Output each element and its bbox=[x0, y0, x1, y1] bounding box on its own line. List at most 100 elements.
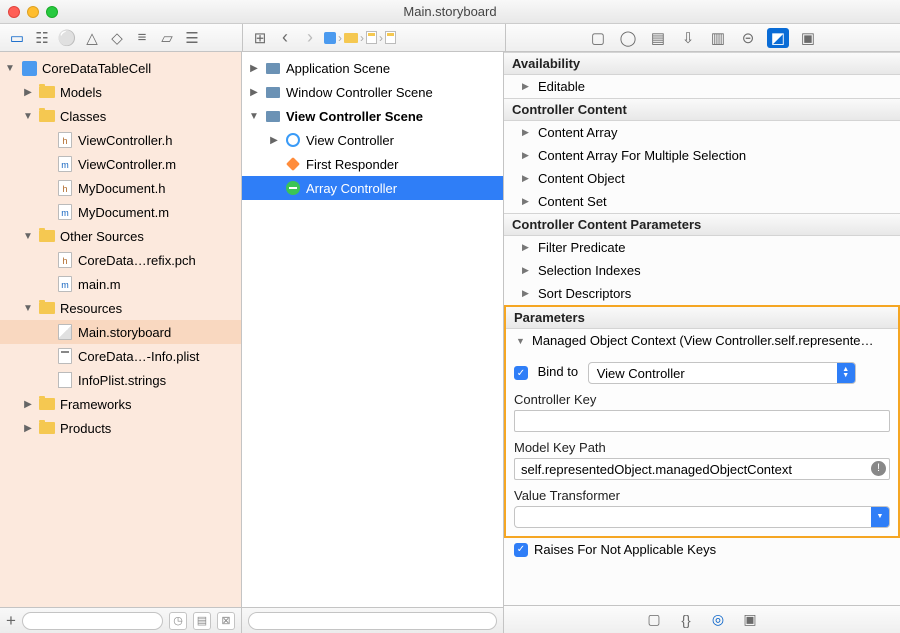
project-tree: CoreDataTableCell Models ClasseshViewCont… bbox=[0, 52, 241, 607]
inspector-item-row[interactable]: Content Object bbox=[504, 167, 900, 190]
inspector-item-row[interactable]: Content Array For Multiple Selection bbox=[504, 144, 900, 167]
media-library-icon[interactable]: ▣ bbox=[739, 610, 761, 630]
project-navigator-icon[interactable]: ▭ bbox=[6, 28, 28, 48]
file-row[interactable]: CoreData…-Info.plist bbox=[0, 344, 241, 368]
code-snippet-library-icon[interactable]: {} bbox=[675, 610, 697, 630]
file-row[interactable]: mMyDocument.m bbox=[0, 200, 241, 224]
folder-row[interactable]: Classes bbox=[0, 104, 241, 128]
outline-row[interactable]: First Responder bbox=[242, 152, 503, 176]
quick-help-icon[interactable]: ◯ bbox=[617, 28, 639, 48]
value-transformer-select[interactable]: ▼ bbox=[514, 506, 890, 528]
disclosure-icon[interactable] bbox=[22, 423, 34, 434]
raises-checkbox[interactable] bbox=[514, 543, 528, 557]
related-items-icon[interactable]: ⊞ bbox=[249, 28, 271, 48]
controller-key-input[interactable] bbox=[514, 410, 890, 432]
item-label: Content Array For Multiple Selection bbox=[538, 148, 746, 163]
outline-row[interactable]: Application Scene bbox=[242, 56, 503, 80]
bind-to-select[interactable]: View Controller ▲▼ bbox=[588, 362, 856, 384]
inspector-tabs: ▢ ◯ ▤ ⇩ ▥ ⊝ ◩ ▣ bbox=[506, 24, 900, 51]
attributes-inspector-icon[interactable]: ⇩ bbox=[677, 28, 699, 48]
navigator-filter-input[interactable] bbox=[22, 612, 163, 630]
disclosure-icon[interactable] bbox=[22, 111, 34, 122]
outline-filter-input[interactable] bbox=[248, 612, 497, 630]
folder-icon bbox=[39, 108, 55, 124]
model-key-path-input[interactable] bbox=[514, 458, 890, 480]
disclosure-icon[interactable] bbox=[22, 303, 34, 314]
connections-inspector-icon[interactable]: ⊝ bbox=[737, 28, 759, 48]
moc-disclosure-row[interactable]: Managed Object Context (View Controller.… bbox=[506, 329, 898, 352]
file-row[interactable]: hMyDocument.h bbox=[0, 176, 241, 200]
debug-navigator-icon[interactable]: ≡ bbox=[131, 28, 153, 48]
disclosure-icon[interactable] bbox=[522, 265, 532, 276]
object-library-icon[interactable]: ◎ bbox=[707, 610, 729, 630]
disclosure-icon[interactable] bbox=[22, 87, 34, 98]
breadcrumb[interactable]: › › › bbox=[324, 31, 396, 45]
disclosure-icon[interactable] bbox=[248, 111, 260, 122]
disclosure-icon[interactable] bbox=[248, 87, 260, 98]
report-navigator-icon[interactable]: ☰ bbox=[181, 28, 203, 48]
disclosure-icon[interactable] bbox=[522, 288, 532, 299]
file-row[interactable]: mmain.m bbox=[0, 272, 241, 296]
recent-filter-icon[interactable]: ◷ bbox=[169, 612, 187, 630]
item-label: Products bbox=[60, 421, 111, 436]
project-root[interactable]: CoreDataTableCell bbox=[0, 56, 241, 80]
file-template-library-icon[interactable]: ▢ bbox=[643, 610, 665, 630]
outline-row[interactable]: Window Controller Scene bbox=[242, 80, 503, 104]
inspector-item-row[interactable]: Filter Predicate bbox=[504, 236, 900, 259]
back-button-icon[interactable]: ‹ bbox=[274, 28, 296, 48]
scm-filter-icon[interactable]: ▤ bbox=[193, 612, 211, 630]
disclosure-icon[interactable] bbox=[522, 81, 532, 92]
add-button-icon[interactable]: + bbox=[6, 611, 16, 631]
identity-inspector-icon[interactable]: ▤ bbox=[647, 28, 669, 48]
file-row[interactable]: InfoPlist.strings bbox=[0, 368, 241, 392]
forward-button-icon[interactable]: › bbox=[299, 28, 321, 48]
folder-row[interactable]: Models bbox=[0, 80, 241, 104]
item-label: Array Controller bbox=[306, 181, 397, 196]
file-inspector-icon[interactable]: ▢ bbox=[587, 28, 609, 48]
outline-row[interactable]: View Controller Scene bbox=[242, 104, 503, 128]
warning-icon[interactable]: ! bbox=[871, 461, 886, 476]
disclosure-icon[interactable] bbox=[4, 63, 16, 74]
folder-row[interactable]: Products bbox=[0, 416, 241, 440]
folder-icon bbox=[39, 420, 55, 436]
test-navigator-icon[interactable]: ◇ bbox=[106, 28, 128, 48]
inspector-item-row[interactable]: Content Set bbox=[504, 190, 900, 213]
file-row[interactable]: hViewController.h bbox=[0, 128, 241, 152]
disclosure-icon[interactable] bbox=[522, 196, 532, 207]
issue-navigator-icon[interactable]: △ bbox=[81, 28, 103, 48]
inspector-item-row[interactable]: Content Array bbox=[504, 121, 900, 144]
size-inspector-icon[interactable]: ▥ bbox=[707, 28, 729, 48]
disclosure-icon[interactable] bbox=[268, 135, 280, 146]
disclosure-icon[interactable] bbox=[522, 242, 532, 253]
disclosure-icon[interactable] bbox=[522, 173, 532, 184]
raises-row[interactable]: Raises For Not Applicable Keys bbox=[504, 538, 900, 561]
disclosure-icon[interactable] bbox=[22, 399, 34, 410]
availability-editable-row[interactable]: Editable bbox=[504, 75, 900, 98]
folder-row[interactable]: Other Sources bbox=[0, 224, 241, 248]
disclosure-icon[interactable] bbox=[516, 336, 526, 346]
disclosure-icon[interactable] bbox=[248, 63, 260, 74]
folder-row[interactable]: Resources bbox=[0, 296, 241, 320]
effects-inspector-icon[interactable]: ▣ bbox=[797, 28, 819, 48]
outline-row[interactable]: Array Controller bbox=[242, 176, 503, 200]
disclosure-icon[interactable] bbox=[22, 231, 34, 242]
bind-to-checkbox[interactable] bbox=[514, 366, 528, 380]
file-row[interactable]: mViewController.m bbox=[0, 152, 241, 176]
disclosure-icon[interactable] bbox=[522, 127, 532, 138]
file-row[interactable]: hCoreData…refix.pch bbox=[0, 248, 241, 272]
find-navigator-icon[interactable]: ⚪ bbox=[56, 28, 78, 48]
outline-row[interactable]: View Controller bbox=[242, 128, 503, 152]
folder-row[interactable]: Frameworks bbox=[0, 392, 241, 416]
item-label: Models bbox=[60, 85, 102, 100]
inspector-item-row[interactable]: Selection Indexes bbox=[504, 259, 900, 282]
inspector-item-row[interactable]: Sort Descriptors bbox=[504, 282, 900, 305]
scope-filter-icon[interactable]: ⊠ bbox=[217, 612, 235, 630]
model-key-path-label: Model Key Path bbox=[514, 440, 890, 455]
symbol-navigator-icon[interactable]: ☷ bbox=[31, 28, 53, 48]
disclosure-icon[interactable] bbox=[522, 150, 532, 161]
file-row[interactable]: Main.storyboard bbox=[0, 320, 241, 344]
navigator-bottombar: + ◷ ▤ ⊠ bbox=[0, 607, 241, 633]
bindings-inspector-icon[interactable]: ◩ bbox=[767, 28, 789, 48]
breakpoint-navigator-icon[interactable]: ▱ bbox=[156, 28, 178, 48]
bind-to-label: Bind to bbox=[538, 364, 578, 379]
